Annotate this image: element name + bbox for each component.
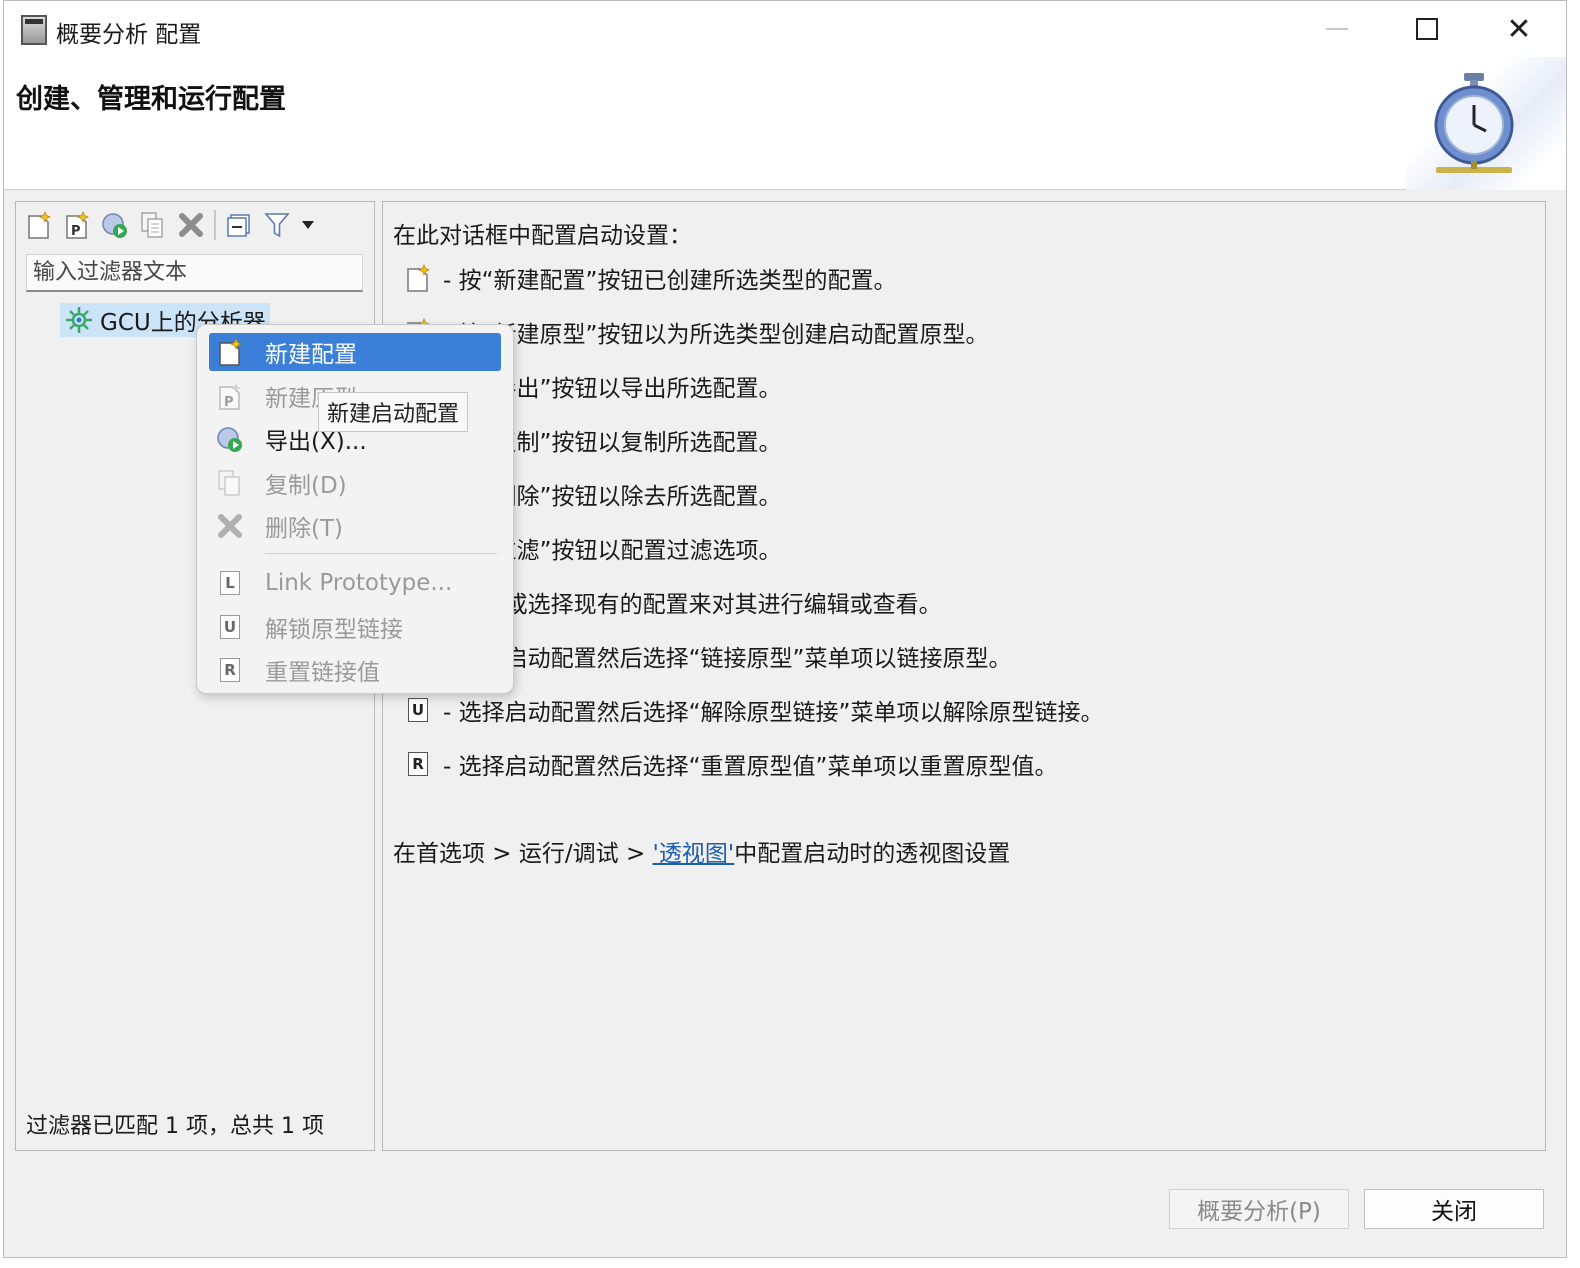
header-banner: 创建、管理和运行配置 [4, 57, 1566, 190]
profile-button[interactable]: 概要分析(P) [1169, 1189, 1349, 1229]
help-row-text: - 选择启动配置然后选择“链接原型”菜单项以链接原型。 [443, 646, 1012, 672]
menu-item-label: 重置链接值 [265, 660, 380, 686]
help-panel: 在此对话框中配置启动设置： - 按“新建配置”按钮已创建所选类型的配置。 P -… [382, 201, 1546, 1151]
unlink-icon: U [408, 698, 428, 722]
new-config-button[interactable] [22, 208, 56, 242]
menu-item-new-config[interactable]: 新建配置 [209, 333, 501, 371]
menu-item-unlink-prototype[interactable]: U 解锁原型链接 [209, 608, 501, 646]
minimize-button[interactable] [1314, 9, 1360, 49]
delete-icon [179, 213, 203, 237]
export-icon [217, 427, 242, 452]
filter-button[interactable] [260, 208, 294, 242]
menu-separator [265, 553, 497, 554]
filter-status: 过滤器已匹配 1 项，总共 1 项 [26, 1114, 324, 1139]
menu-item-duplicate[interactable]: 复制(D) [209, 464, 501, 502]
new-prototype-button[interactable]: P [60, 208, 94, 242]
filter-icon [264, 213, 290, 238]
duplicate-icon [218, 470, 240, 496]
perspective-link[interactable]: '透视图' [653, 841, 735, 867]
banner-art [1406, 57, 1566, 190]
preference-prefix: 在首选项 > 运行/调试 > [393, 841, 653, 867]
close-window-button[interactable]: ✕ [1496, 9, 1542, 49]
new-config-icon [28, 210, 52, 239]
duplicate-icon [141, 212, 163, 238]
page-title: 创建、管理和运行配置 [16, 84, 286, 115]
collapse-all-button[interactable] [222, 208, 256, 242]
export-button[interactable] [98, 208, 132, 242]
help-row-new-config: - 按“新建配置”按钮已创建所选类型的配置。 [403, 258, 896, 298]
delete-icon [218, 514, 242, 538]
help-row-text: - 编辑或选择现有的配置来对其进行编辑或查看。 [443, 592, 942, 618]
duplicate-button[interactable] [136, 208, 170, 242]
menu-item-reset-link[interactable]: R 重置链接值 [209, 651, 501, 689]
app-icon [21, 15, 47, 45]
new-prototype-icon: P [66, 210, 90, 239]
menu-item-label: 删除(T) [265, 516, 343, 542]
context-menu: 新建配置 P 新建原型 导出(X)... 复制(D) 删除(T) L Link … [196, 324, 514, 694]
help-row-reset: R - 选择启动配置然后选择“重置原型值”菜单项以重置原型值。 [403, 744, 1057, 784]
help-intro: 在此对话框中配置启动设置： [393, 223, 692, 249]
close-button[interactable]: 关闭 [1364, 1189, 1544, 1229]
help-row-text: - 选择启动配置然后选择“重置原型值”菜单项以重置原型值。 [443, 754, 1058, 780]
window-title: 概要分析 配置 [56, 22, 202, 48]
new-config-icon [407, 263, 431, 292]
reset-icon: R [408, 752, 428, 776]
menu-item-label: 解锁原型链接 [265, 617, 403, 643]
filter-dropdown-button[interactable] [298, 208, 318, 242]
menu-item-label: Link Prototype... [265, 570, 453, 596]
help-row-unlink: U - 选择启动配置然后选择“解除原型链接”菜单项以解除原型链接。 [403, 690, 1103, 730]
unlink-icon: U [220, 615, 240, 639]
tooltip: 新建启动配置 [318, 392, 469, 432]
new-prototype-icon: P [219, 383, 241, 410]
help-row-text: - 选择启动配置然后选择“解除原型链接”菜单项以解除原型链接。 [443, 700, 1104, 726]
help-row-text: - 按“新建配置”按钮已创建所选类型的配置。 [443, 268, 897, 294]
menu-item-link-prototype[interactable]: L Link Prototype... [209, 564, 501, 602]
menu-item-delete[interactable]: 删除(T) [209, 507, 501, 545]
analyzer-icon [66, 307, 92, 333]
stopwatch-icon [1434, 73, 1514, 173]
export-icon [102, 213, 127, 238]
preference-suffix: 中配置启动时的透视图设置 [734, 841, 1011, 867]
filter-dropdown-icon [302, 221, 314, 229]
toolbar-separator [214, 210, 216, 240]
filter-input[interactable] [26, 254, 363, 292]
preference-hint: 在首选项 > 运行/调试 > '透视图'中配置启动时的透视图设置 [393, 834, 1010, 868]
help-row-text: - 按“新建原型”按钮以为所选类型创建启动配置原型。 [443, 322, 989, 348]
new-config-icon [219, 337, 243, 366]
maximize-button[interactable] [1404, 9, 1450, 49]
collapse-all-icon [227, 214, 250, 237]
menu-item-label: 新建配置 [265, 342, 357, 368]
svg-text:P: P [224, 395, 234, 410]
svg-text:P: P [71, 224, 81, 239]
menu-item-label: 复制(D) [265, 473, 347, 499]
delete-button[interactable] [174, 208, 208, 242]
link-icon: L [220, 571, 240, 595]
title-bar: 概要分析 配置 ✕ [4, 1, 1566, 57]
reset-icon: R [220, 658, 240, 682]
config-toolbar: P [22, 206, 318, 244]
